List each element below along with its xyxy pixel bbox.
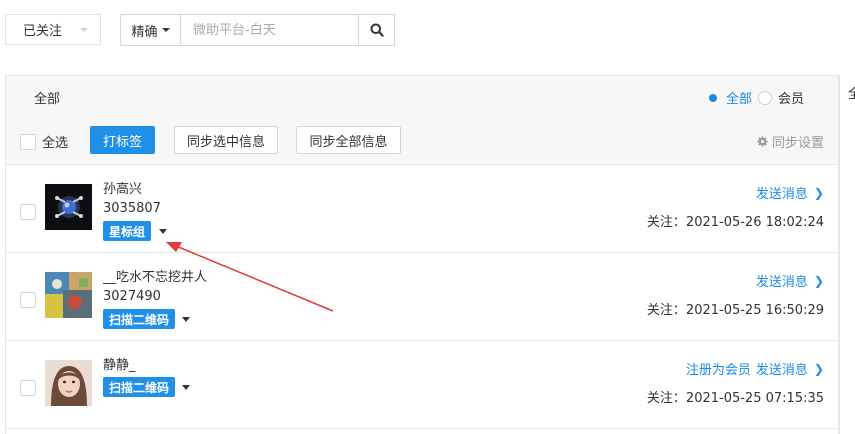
caret-down-icon[interactable] (182, 385, 190, 390)
follow-label: 关注： (646, 391, 686, 406)
user-list-panel: 全部 全部 会员 全选 打标签 同步选中信息 同步全部信息 同步设置 孙高兴 3… (5, 75, 839, 434)
sync-selected-button[interactable]: 同步选中信息 (174, 126, 278, 154)
user-row: 静静_ 扫描二维码 注册为会员 发送消息 ❯ 关注：2021-05-25 07:… (6, 341, 838, 429)
avatar (45, 272, 92, 318)
caret-down-icon (80, 28, 88, 32)
sync-all-button[interactable]: 同步全部信息 (296, 126, 401, 154)
register-member-link[interactable]: 注册为会员 (686, 359, 751, 378)
chevron-right-icon: ❯ (813, 185, 824, 200)
search-button[interactable] (359, 14, 395, 46)
chevron-right-icon: ❯ (813, 361, 824, 376)
follow-time: 关注：2021-05-25 07:15:35 (647, 387, 824, 406)
follow-label: 关注： (646, 303, 686, 318)
follow-time: 关注：2021-05-25 16:50:29 (647, 299, 824, 318)
follow-timestamp: 2021-05-26 18:02:24 (685, 215, 824, 230)
user-tag[interactable]: 星标组 (103, 221, 152, 241)
search-group: 精确 (120, 14, 395, 46)
user-id: 3035807 (103, 201, 161, 216)
user-row: 孙高兴 3035807 星标组 发送消息 ❯ 关注：2021-05-26 18:… (6, 165, 838, 253)
avatar (45, 360, 92, 406)
adjacent-panel-edge: 全 (839, 75, 855, 434)
user-name: 孙高兴 (103, 182, 143, 197)
match-mode-dropdown[interactable]: 精确 (120, 14, 181, 46)
follow-status-value: 已关注 (23, 24, 63, 39)
sync-settings-link[interactable]: 同步设置 (757, 132, 824, 151)
select-all-label: 全选 (42, 136, 69, 151)
select-all-checkbox[interactable] (20, 133, 36, 150)
row-actions: 发送消息 ❯ (756, 183, 824, 203)
caret-down-icon[interactable] (159, 229, 167, 234)
bulk-toolbar: 全选 打标签 同步选中信息 同步全部信息 同步设置 (6, 117, 838, 165)
user-name: __吃水不忘挖井人 (103, 270, 208, 285)
caret-down-icon (161, 28, 170, 32)
radio-all[interactable] (705, 90, 720, 105)
adjacent-panel-label: 全 (848, 83, 855, 102)
gear-icon (757, 136, 768, 147)
sync-settings-label: 同步设置 (771, 136, 824, 151)
row-actions: 注册为会员 发送消息 ❯ (686, 359, 824, 379)
send-message-link[interactable]: 发送消息 (756, 271, 808, 290)
select-all[interactable]: 全选 (20, 132, 68, 151)
follow-time: 关注：2021-05-26 18:02:24 (647, 211, 824, 230)
radio-all-label[interactable]: 全部 (726, 88, 752, 107)
avatar (45, 184, 92, 230)
follow-timestamp: 2021-05-25 16:50:29 (685, 303, 824, 318)
search-input[interactable] (181, 14, 359, 46)
panel-title: 全部 (34, 92, 61, 107)
radio-member[interactable] (757, 90, 772, 105)
match-mode-label: 精确 (131, 24, 158, 40)
row-checkbox[interactable] (20, 380, 36, 396)
search-icon (370, 23, 384, 37)
user-id: 3027490 (103, 289, 161, 304)
row-actions: 发送消息 ❯ (756, 271, 824, 291)
row-checkbox[interactable] (20, 292, 36, 308)
tag-button[interactable]: 打标签 (90, 126, 155, 154)
user-row: __吃水不忘挖井人 3027490 扫描二维码 发送消息 ❯ 关注：2021-0… (6, 253, 838, 341)
follow-status-select[interactable]: 已关注 (5, 14, 101, 45)
panel-header: 全部 全部 会员 (6, 76, 838, 117)
caret-down-icon[interactable] (182, 317, 190, 322)
chevron-right-icon: ❯ (813, 273, 824, 288)
user-name: 静静_ (103, 358, 136, 373)
user-tag[interactable]: 扫描二维码 (103, 377, 176, 397)
radio-member-label[interactable]: 会员 (778, 88, 804, 107)
send-message-link[interactable]: 发送消息 (756, 359, 808, 378)
send-message-link[interactable]: 发送消息 (756, 183, 808, 202)
row-checkbox[interactable] (20, 204, 36, 220)
member-filter-radios: 全部 会员 (705, 88, 810, 107)
user-tag[interactable]: 扫描二维码 (103, 309, 176, 329)
follow-label: 关注： (646, 215, 686, 230)
follow-timestamp: 2021-05-25 07:15:35 (685, 391, 824, 406)
